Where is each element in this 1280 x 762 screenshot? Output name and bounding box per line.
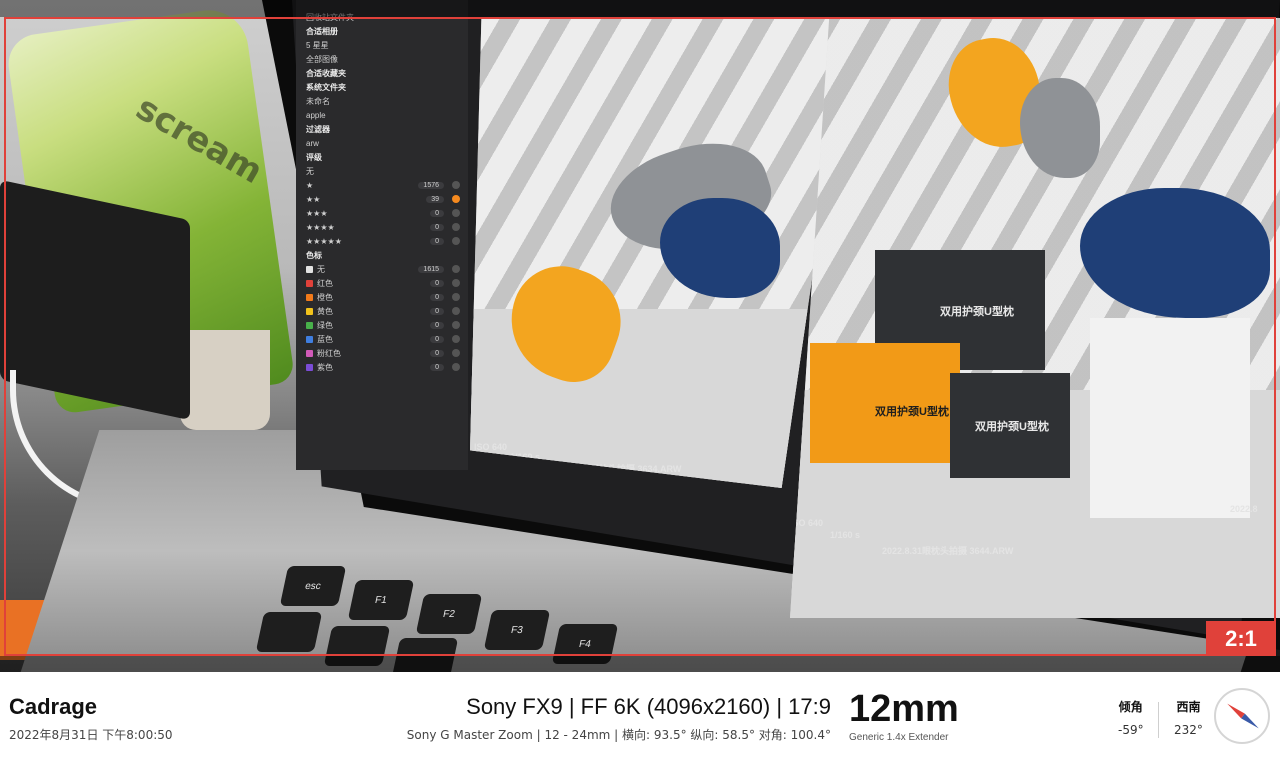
lens-info: Sony G Master Zoom | 12 - 24mm | 横向: 93.…: [406, 728, 831, 742]
tilt-value: -59°: [1118, 723, 1144, 737]
focal-length: 12mm: [849, 688, 959, 730]
info-bar: Cadrage 2022年8月31日 下午8:00:50 Sony FX9 | …: [0, 672, 1280, 762]
compass-icon: [1214, 688, 1270, 744]
frame-mask-top: [0, 0, 1280, 17]
tilt-label: 倾角: [1118, 700, 1143, 714]
tilt-readout: 倾角 -59°: [1118, 698, 1144, 737]
aspect-ratio-badge[interactable]: 2:1: [1206, 621, 1276, 656]
camera-format: Sony FX9 | FF 6K (4096x2160) | 17:9: [466, 694, 831, 719]
frame-lines: [4, 17, 1276, 656]
divider: [1158, 702, 1159, 738]
compass-needle: [1225, 701, 1261, 731]
extender-name: Generic 1.4x Extender: [849, 732, 949, 743]
frame-mask-bottom: [0, 656, 1280, 672]
camera-viewfinder: scream esc F1 F2 F3 F4 回收站文件夹 合适相册 5 星星 全部图…: [0, 0, 1280, 672]
heading-value: 232°: [1174, 723, 1203, 737]
heading-label: 西南: [1176, 700, 1201, 714]
heading-readout: 西南 232°: [1174, 698, 1203, 737]
capture-datetime: 2022年8月31日 下午8:00:50: [9, 728, 173, 742]
app-name: Cadrage: [9, 694, 98, 719]
